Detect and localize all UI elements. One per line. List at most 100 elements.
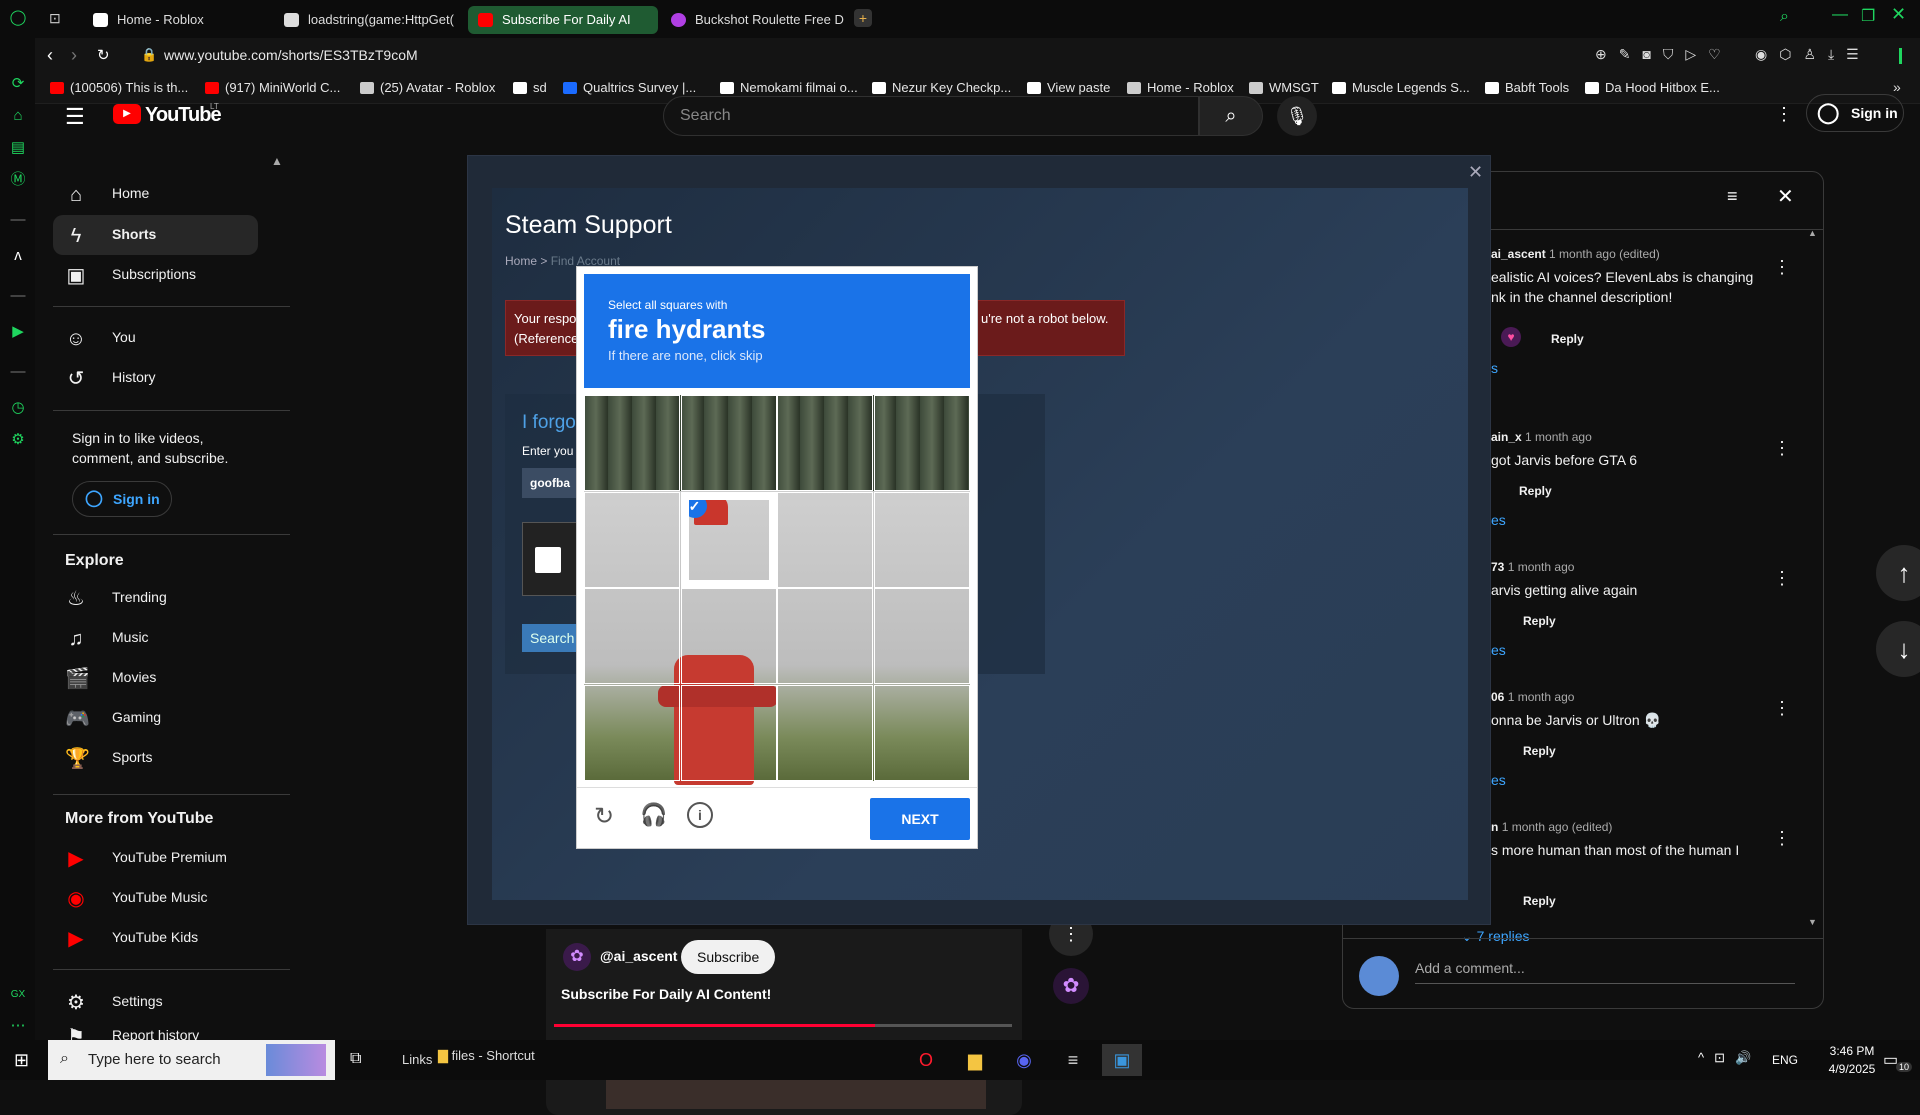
sidebar-item-kids[interactable]: ▶ YouTube Kids — [53, 918, 258, 958]
bookmark-item[interactable]: Nemokami filmai o... — [720, 80, 858, 95]
url-field[interactable]: www.youtube.com/shorts/ES3TBzT9coM — [164, 47, 418, 63]
bookmark-item[interactable]: (100506) This is th... — [50, 80, 188, 95]
tray-icons[interactable]: ^⊡🔊 — [1698, 1050, 1761, 1066]
reply-button[interactable]: Reply — [1523, 894, 1556, 908]
menu-icon[interactable]: ☰ — [65, 104, 85, 130]
scroll-down-icon[interactable]: ▼ — [1808, 917, 1817, 927]
replies-toggle[interactable]: es — [1491, 772, 1506, 788]
search-box[interactable]: Search — [663, 96, 1199, 136]
sidebar-item-gaming[interactable]: 🎮 Gaming — [53, 698, 258, 738]
sidebar-item-you[interactable]: ☺ You — [53, 318, 258, 358]
add-comment-input[interactable]: Add a comment... — [1415, 960, 1795, 984]
gx-music-icon[interactable]: Ⓜ — [8, 170, 28, 190]
sidebar-item-movies[interactable]: 🎬 Movies — [53, 658, 258, 698]
close-modal-icon[interactable]: ✕ — [1468, 162, 1483, 183]
comment-menu-icon[interactable]: ⋮ — [1773, 438, 1791, 459]
channel-name[interactable]: @ai_ascent — [600, 948, 677, 964]
bookmark-item[interactable]: View paste — [1027, 80, 1110, 95]
opera-gx-taskbar-icon[interactable]: O — [906, 1044, 946, 1076]
captcha-tile[interactable] — [777, 491, 873, 588]
sidebar-item-premium[interactable]: ▶ YouTube Premium — [53, 838, 258, 878]
comment-author[interactable]: 73 — [1491, 560, 1504, 574]
back-icon[interactable]: ‹ — [47, 45, 53, 66]
forward-icon[interactable]: › — [71, 45, 77, 66]
comment-menu-icon[interactable]: ⋮ — [1773, 568, 1791, 589]
language-indicator[interactable]: ENG — [1772, 1053, 1798, 1067]
captcha-tile[interactable] — [873, 588, 970, 684]
youtube-logo-icon[interactable]: ▶ — [113, 104, 141, 124]
breadcrumb-home[interactable]: Home — [505, 254, 537, 268]
file-explorer-taskbar-icon[interactable]: ▆ — [955, 1044, 995, 1076]
windows-start-icon[interactable]: ⊞ — [14, 1050, 29, 1071]
taskbar-search-text[interactable]: Type here to search — [88, 1051, 221, 1068]
bookmark-item[interactable]: (917) MiniWorld C... — [205, 80, 340, 95]
tab-loadstring[interactable]: loadstring(game:HttpGet( — [274, 6, 462, 34]
sidebar-item-home[interactable]: ⌂ Home — [53, 174, 258, 214]
comment-menu-icon[interactable]: ⋮ — [1773, 828, 1791, 849]
new-tab-button[interactable]: + — [854, 9, 872, 27]
comment-author[interactable]: n — [1491, 820, 1498, 834]
captcha-tile[interactable] — [873, 684, 970, 781]
next-button[interactable]: NEXT — [870, 798, 970, 840]
sidebar-signin-button[interactable]: ◯ Sign in — [72, 481, 172, 517]
captcha-tile[interactable] — [584, 684, 680, 781]
sidebar-item-history[interactable]: ↺ History — [53, 358, 258, 398]
bookmarks-overflow-icon[interactable]: » — [1893, 79, 1901, 95]
short-player[interactable]: ✿ @ai_ascent Subscribe Subscribe For Dai… — [546, 929, 1022, 1115]
tab-manager-icon[interactable]: ⊡ — [49, 10, 61, 27]
gx-tracker-icon[interactable]: ▤ — [8, 138, 28, 158]
sort-icon[interactable]: ≡ — [1727, 186, 1738, 207]
comment-author[interactable]: 06 — [1491, 690, 1504, 704]
sidebar-item-yt-music[interactable]: ◉ YouTube Music — [53, 878, 258, 918]
reload-icon[interactable]: ↻ — [97, 46, 110, 64]
comment-author[interactable]: ai_ascent — [1491, 247, 1546, 261]
audio-challenge-icon[interactable]: 🎧 — [640, 802, 667, 828]
channel-avatar[interactable]: ✿ — [563, 943, 591, 971]
minimize-icon[interactable]: — — [1832, 6, 1848, 24]
maximize-icon[interactable]: ❐ — [1861, 6, 1875, 26]
sidebar-scroll-up-icon[interactable]: ▲ — [271, 154, 283, 168]
comment-author[interactable]: ain_x — [1491, 430, 1522, 444]
sidebar-item-trending[interactable]: ♨ Trending — [53, 578, 258, 618]
sidebar-item-music[interactable]: ♫ Music — [53, 618, 258, 658]
gx-corner-icon[interactable]: ⌂ — [8, 106, 28, 126]
captcha-tile[interactable] — [777, 395, 873, 491]
tab-youtube[interactable]: Subscribe For Daily AI — [468, 6, 658, 34]
previous-short-button[interactable]: ↑ — [1876, 545, 1920, 601]
reload-challenge-icon[interactable]: ↻ — [594, 802, 614, 831]
bookmark-item[interactable]: Nezur Key Checkp... — [872, 80, 1011, 95]
channel-pivot-avatar[interactable]: ✿ — [1053, 968, 1089, 1004]
bookmark-item[interactable]: Muscle Legends S... — [1332, 80, 1470, 95]
bookmark-item[interactable]: Babft Tools — [1485, 80, 1569, 95]
sidebar-item-shorts[interactable]: ϟ Shorts — [53, 215, 258, 255]
next-short-button[interactable]: ↓ — [1876, 621, 1920, 677]
settings-kebab-icon[interactable]: ⋮ — [1775, 104, 1793, 125]
subscribe-button[interactable]: Subscribe — [681, 940, 776, 974]
opera-logo-icon[interactable]: ◯ — [8, 8, 28, 28]
captcha-tile[interactable] — [680, 395, 777, 491]
clock-time[interactable]: 3:46 PM — [1822, 1044, 1882, 1058]
history-icon[interactable]: ◷ — [8, 398, 28, 418]
active-app-taskbar-icon[interactable]: ▣ — [1102, 1044, 1142, 1076]
toolbar-icons[interactable]: ⊕✎◙⛉▷♡ — [1595, 46, 1733, 63]
discord-taskbar-icon[interactable]: ◉ — [1004, 1044, 1044, 1076]
files-shortcut[interactable]: ▇ files - Shortcut — [438, 1048, 535, 1064]
gx-twitch-icon[interactable]: ᴧ — [8, 246, 28, 266]
captcha-tile[interactable] — [584, 395, 680, 491]
settings-icon[interactable]: ⚙ — [8, 430, 28, 450]
captcha-tile[interactable] — [873, 395, 970, 491]
replies-toggle[interactable]: es — [1491, 512, 1506, 528]
captcha-tile[interactable] — [873, 491, 970, 588]
links-toolbar[interactable]: Links — [402, 1052, 432, 1067]
taskbar-search[interactable]: ⌕ Type here to search — [48, 1040, 335, 1080]
more-icon[interactable]: ⋯ — [8, 1016, 28, 1036]
app-taskbar-icon[interactable]: ≡ — [1053, 1044, 1093, 1076]
comment-menu-icon[interactable]: ⋮ — [1773, 698, 1791, 719]
sidebar-item-sports[interactable]: 🏆 Sports — [53, 738, 258, 778]
search-input[interactable]: Search — [680, 107, 731, 125]
bookmark-item[interactable]: (25) Avatar - Roblox — [360, 80, 495, 95]
captcha-tile[interactable] — [680, 588, 777, 684]
info-icon[interactable]: i — [687, 802, 713, 828]
reply-button[interactable]: Reply — [1523, 744, 1556, 758]
captcha-tile[interactable] — [777, 684, 873, 781]
